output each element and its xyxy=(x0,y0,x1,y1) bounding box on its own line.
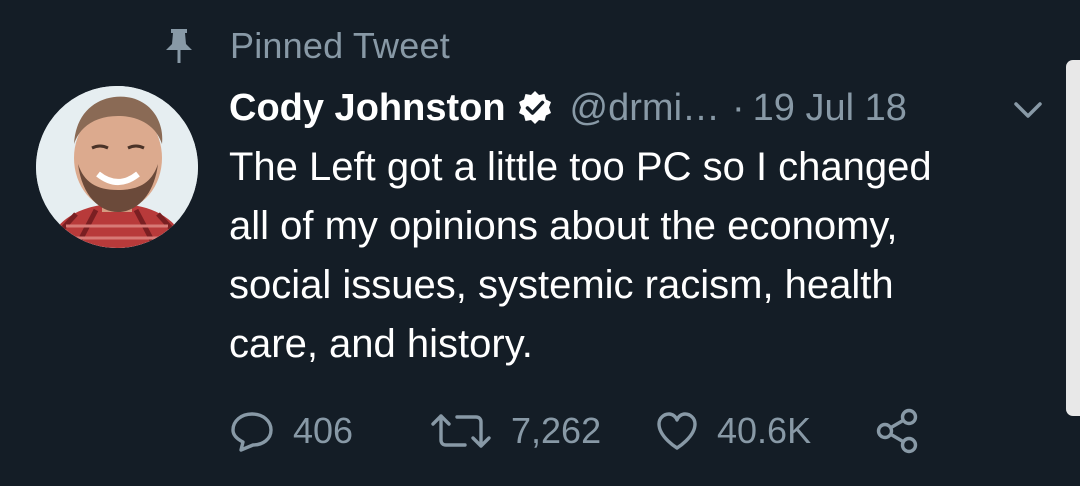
tweet-header: Cody Johnston @drmi… · 19 Jul 18 xyxy=(229,80,1049,136)
separator-dot: · xyxy=(732,86,745,129)
like-count: 40.6K xyxy=(717,410,812,451)
pin-icon xyxy=(162,26,196,66)
share-button[interactable] xyxy=(875,408,921,454)
heart-icon xyxy=(655,410,699,452)
tweet-text-line: care, and history. xyxy=(229,322,533,366)
tweet-text: The Left got a little too PC so I change… xyxy=(229,138,1039,374)
pinned-indicator: Pinned Tweet xyxy=(162,24,450,68)
reply-button[interactable]: 406 xyxy=(229,410,429,452)
avatar[interactable] xyxy=(36,86,198,248)
chevron-down-icon[interactable] xyxy=(1010,94,1046,124)
tweet-date[interactable]: 19 Jul 18 xyxy=(753,87,907,130)
tweet-text-line: The Left got a little too PC so I change… xyxy=(229,145,932,189)
scrollbar-thumb[interactable] xyxy=(1066,60,1080,416)
retweet-count: 7,262 xyxy=(511,410,602,451)
tweet-actions: 406 7,262 40.6K xyxy=(229,405,921,457)
share-icon xyxy=(875,408,921,454)
tweet-text-line: social issues, systemic racism, health xyxy=(229,263,894,307)
retweet-button[interactable]: 7,262 xyxy=(429,410,655,452)
retweet-icon xyxy=(429,410,493,452)
display-name[interactable]: Cody Johnston xyxy=(229,87,506,130)
reply-icon xyxy=(229,410,275,452)
pinned-tweet-card[interactable]: Pinned Tweet Cody Johnston @drmi… · 19 J… xyxy=(0,0,1080,486)
like-button[interactable]: 40.6K xyxy=(655,410,875,452)
reply-count: 406 xyxy=(293,410,354,451)
tweet-text-line: all of my opinions about the economy, xyxy=(229,204,898,248)
pinned-tweet-label: Pinned Tweet xyxy=(230,25,450,66)
user-handle[interactable]: @drmi… xyxy=(570,87,720,130)
verified-badge-icon xyxy=(516,89,554,127)
